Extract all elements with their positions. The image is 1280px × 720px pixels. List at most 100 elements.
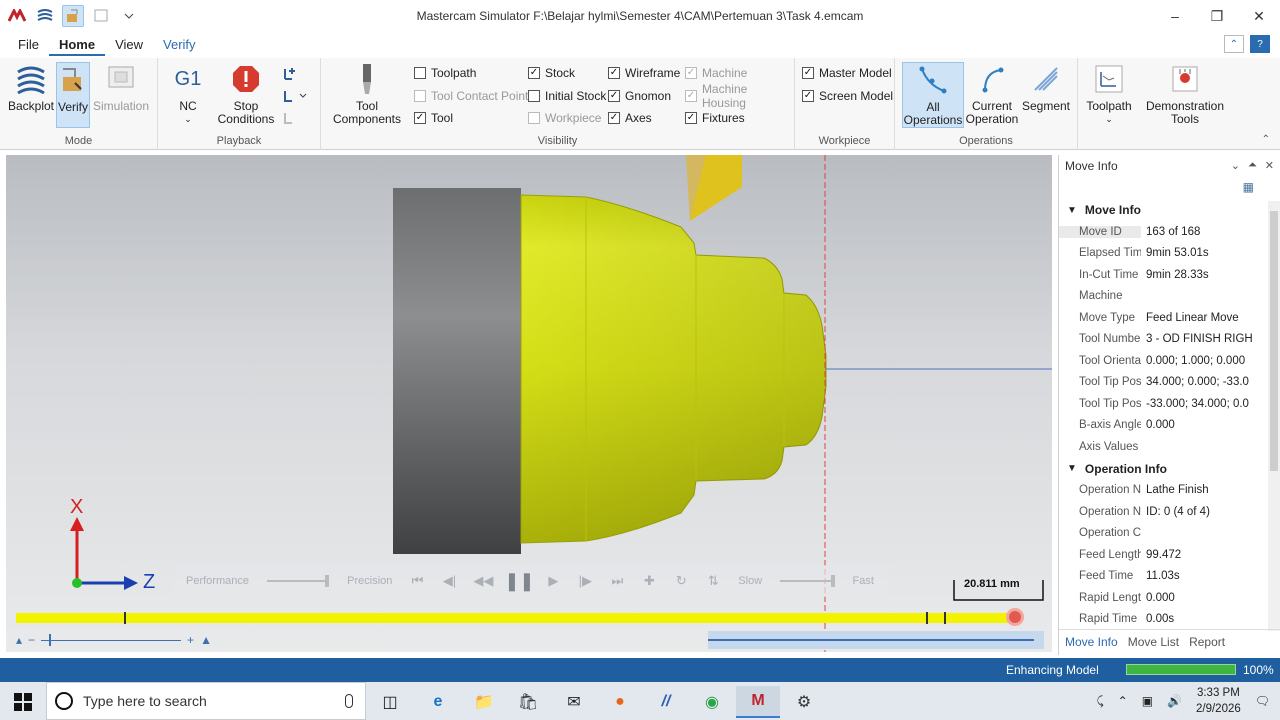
info-row[interactable]: Tool Tip Positi... 34.000; 0.000; -33.0 <box>1059 372 1280 394</box>
edge-icon[interactable]: e <box>416 686 460 718</box>
operation-info-section[interactable]: ▼ Operation Info <box>1059 458 1280 480</box>
file-explorer-icon[interactable]: 📁 <box>462 686 506 718</box>
chevron-down-icon[interactable]: ⌄ <box>1231 159 1240 172</box>
speed-slider[interactable] <box>780 575 835 587</box>
screen-model-checkbox[interactable]: ✓ Screen Model <box>802 88 893 104</box>
toolpath-checkbox[interactable]: Toolpath <box>414 65 476 81</box>
info-row[interactable]: Operation Co... <box>1059 523 1280 545</box>
notification-icon[interactable]: 🗨 <box>1255 694 1270 708</box>
info-row[interactable]: Rapid Length 0.000 <box>1059 587 1280 609</box>
tool-checkbox[interactable]: ✓ Tool <box>414 110 453 126</box>
info-row[interactable]: B-axis Angle 0.000 <box>1059 415 1280 437</box>
info-row[interactable]: Tool Tip Positi... -33.000; 34.000; 0.0 <box>1059 393 1280 415</box>
volume-icon[interactable]: 🔊 <box>1167 694 1182 708</box>
machine-housing-checkbox[interactable]: ✓ Machine Housing <box>685 82 794 110</box>
step-mode-icon[interactable]: ⇅ <box>706 573 720 589</box>
info-row[interactable]: Feed Length 99.472 <box>1059 544 1280 566</box>
wireframe-checkbox[interactable]: ✓ Wireframe <box>608 65 680 81</box>
close-icon[interactable]: ✕ <box>1265 159 1274 172</box>
pause-icon[interactable]: ❚❚ <box>504 571 534 591</box>
ribbon-collapse-icon[interactable]: ⌃ <box>1262 134 1270 145</box>
quality-slider[interactable] <box>266 575 330 587</box>
tab-view[interactable]: View <box>105 34 153 56</box>
windows-start-icon[interactable] <box>14 693 32 714</box>
add-condition-icon[interactable] <box>282 66 298 82</box>
zoom-in-icon[interactable]: + <box>187 633 194 647</box>
zoom-out-icon[interactable]: − <box>28 633 35 647</box>
grid-settings-icon[interactable]: ▦ <box>1243 180 1254 194</box>
machine-checkbox[interactable]: ✓ Machine <box>685 65 747 81</box>
taskbar-search[interactable]: Type here to search <box>46 682 366 720</box>
info-row[interactable]: Elapsed Time 9min 53.01s <box>1059 243 1280 265</box>
zoom-slider[interactable] <box>41 633 182 646</box>
chrome-icon[interactable]: ◉ <box>690 686 734 718</box>
demonstration-tools-button[interactable]: Demonstration Tools <box>1142 62 1228 126</box>
info-row[interactable]: Operation Na... Lathe Finish <box>1059 480 1280 502</box>
maximize-button[interactable]: ❐ <box>1196 0 1238 32</box>
info-row[interactable]: Move ID 163 of 168 <box>1059 221 1280 243</box>
tab-file[interactable]: File <box>8 34 49 56</box>
network-icon[interactable]: ▣ <box>1142 694 1153 708</box>
move-info-section[interactable]: ▼ Move Info <box>1059 199 1280 221</box>
tab-move-info[interactable]: Move Info <box>1065 635 1118 649</box>
condition-dropdown-icon[interactable] <box>282 88 308 104</box>
toolpath-button[interactable]: Toolpath ⌄ <box>1084 62 1134 126</box>
mail-icon[interactable]: ✉ <box>552 686 596 718</box>
stop-conditions-button[interactable]: Stop Conditions <box>214 62 278 126</box>
tool-components-button[interactable]: Tool Components <box>329 62 405 126</box>
panel-scrollbar[interactable] <box>1268 201 1280 631</box>
close-button[interactable]: ✕ <box>1238 0 1280 32</box>
timeline-position-knob[interactable] <box>1006 608 1024 626</box>
gnomon-checkbox[interactable]: ✓ Gnomon <box>608 88 671 104</box>
mastercam-taskbar-icon[interactable]: M <box>736 686 780 718</box>
step-back-icon[interactable]: ◀| <box>442 573 456 589</box>
segment-button[interactable]: Segment <box>1020 62 1072 113</box>
all-operations-button[interactable]: All Operations <box>902 62 964 128</box>
nc-button[interactable]: G1 NC ⌄ <box>168 62 208 126</box>
initial-stock-checkbox[interactable]: Initial Stock <box>528 88 606 104</box>
tab-verify[interactable]: Verify <box>153 34 206 56</box>
collapse-icon[interactable]: ▼ <box>1067 205 1077 216</box>
playback-timeline[interactable] <box>16 608 1024 626</box>
info-row[interactable]: In-Cut Time 9min 28.33s <box>1059 264 1280 286</box>
clear-condition-icon[interactable] <box>282 110 298 126</box>
stock-checkbox[interactable]: ✓ Stock <box>528 65 575 81</box>
info-row[interactable]: Axis Values <box>1059 436 1280 458</box>
master-model-checkbox[interactable]: ✓ Master Model <box>802 65 892 81</box>
skip-start-icon[interactable]: ⏮ <box>410 573 424 589</box>
microphone-icon[interactable] <box>345 694 353 708</box>
skip-end-icon[interactable]: ⏭ <box>610 573 624 589</box>
info-row[interactable]: Tool Number 3 - OD FINISH RIGH <box>1059 329 1280 351</box>
task-view-icon[interactable]: ◫ <box>368 686 412 718</box>
info-row[interactable]: Machine <box>1059 286 1280 308</box>
language-icon[interactable]: ⤹ <box>1096 694 1103 709</box>
collapse-icon[interactable]: ▼ <box>1067 463 1077 474</box>
clock[interactable]: 3:33 PM 2/9/2026 <box>1196 685 1241 717</box>
minimize-button[interactable]: – <box>1154 0 1196 32</box>
firefox-icon[interactable]: ● <box>598 686 642 718</box>
tab-home[interactable]: Home <box>48 34 106 56</box>
info-row[interactable]: Tool Orientati... 0.000; 1.000; 0.000 <box>1059 350 1280 372</box>
simulator-taskbar-icon[interactable]: ⚙ <box>782 686 826 718</box>
zoom-large-icon[interactable]: ▲ <box>200 633 212 647</box>
info-row[interactable]: Feed Time 11.03s <box>1059 566 1280 588</box>
simulation-button[interactable]: Simulation <box>92 62 150 113</box>
tool-contact-point-checkbox[interactable]: Tool Contact Point <box>414 88 528 104</box>
info-row[interactable]: Rapid Time 0.00s <box>1059 609 1280 631</box>
current-operation-button[interactable]: Current Operation <box>966 62 1018 126</box>
step-forward-icon[interactable]: |▶ <box>578 573 592 589</box>
workpiece-checkbox[interactable]: Workpiece <box>528 110 601 126</box>
pin-icon[interactable]: ⏶ <box>1248 159 1257 172</box>
loop-icon[interactable]: ↻ <box>674 573 688 589</box>
backplot-button[interactable]: Backplot <box>6 62 56 113</box>
collapse-ribbon-icon[interactable]: ⌃ <box>1224 35 1244 53</box>
operation-range-bar[interactable] <box>708 631 1044 649</box>
verify-button[interactable]: Verify <box>56 62 90 128</box>
tab-report[interactable]: Report <box>1189 635 1225 649</box>
simulation-viewport[interactable]: X Z 20.811 mm Performance Precision ⏮ ◀|… <box>6 155 1052 652</box>
help-icon[interactable]: ? <box>1250 35 1270 53</box>
cad-app-icon[interactable]: // <box>644 686 688 718</box>
axes-checkbox[interactable]: ✓ Axes <box>608 110 652 126</box>
fixtures-checkbox[interactable]: ✓ Fixtures <box>685 110 745 126</box>
tab-move-list[interactable]: Move List <box>1128 635 1179 649</box>
